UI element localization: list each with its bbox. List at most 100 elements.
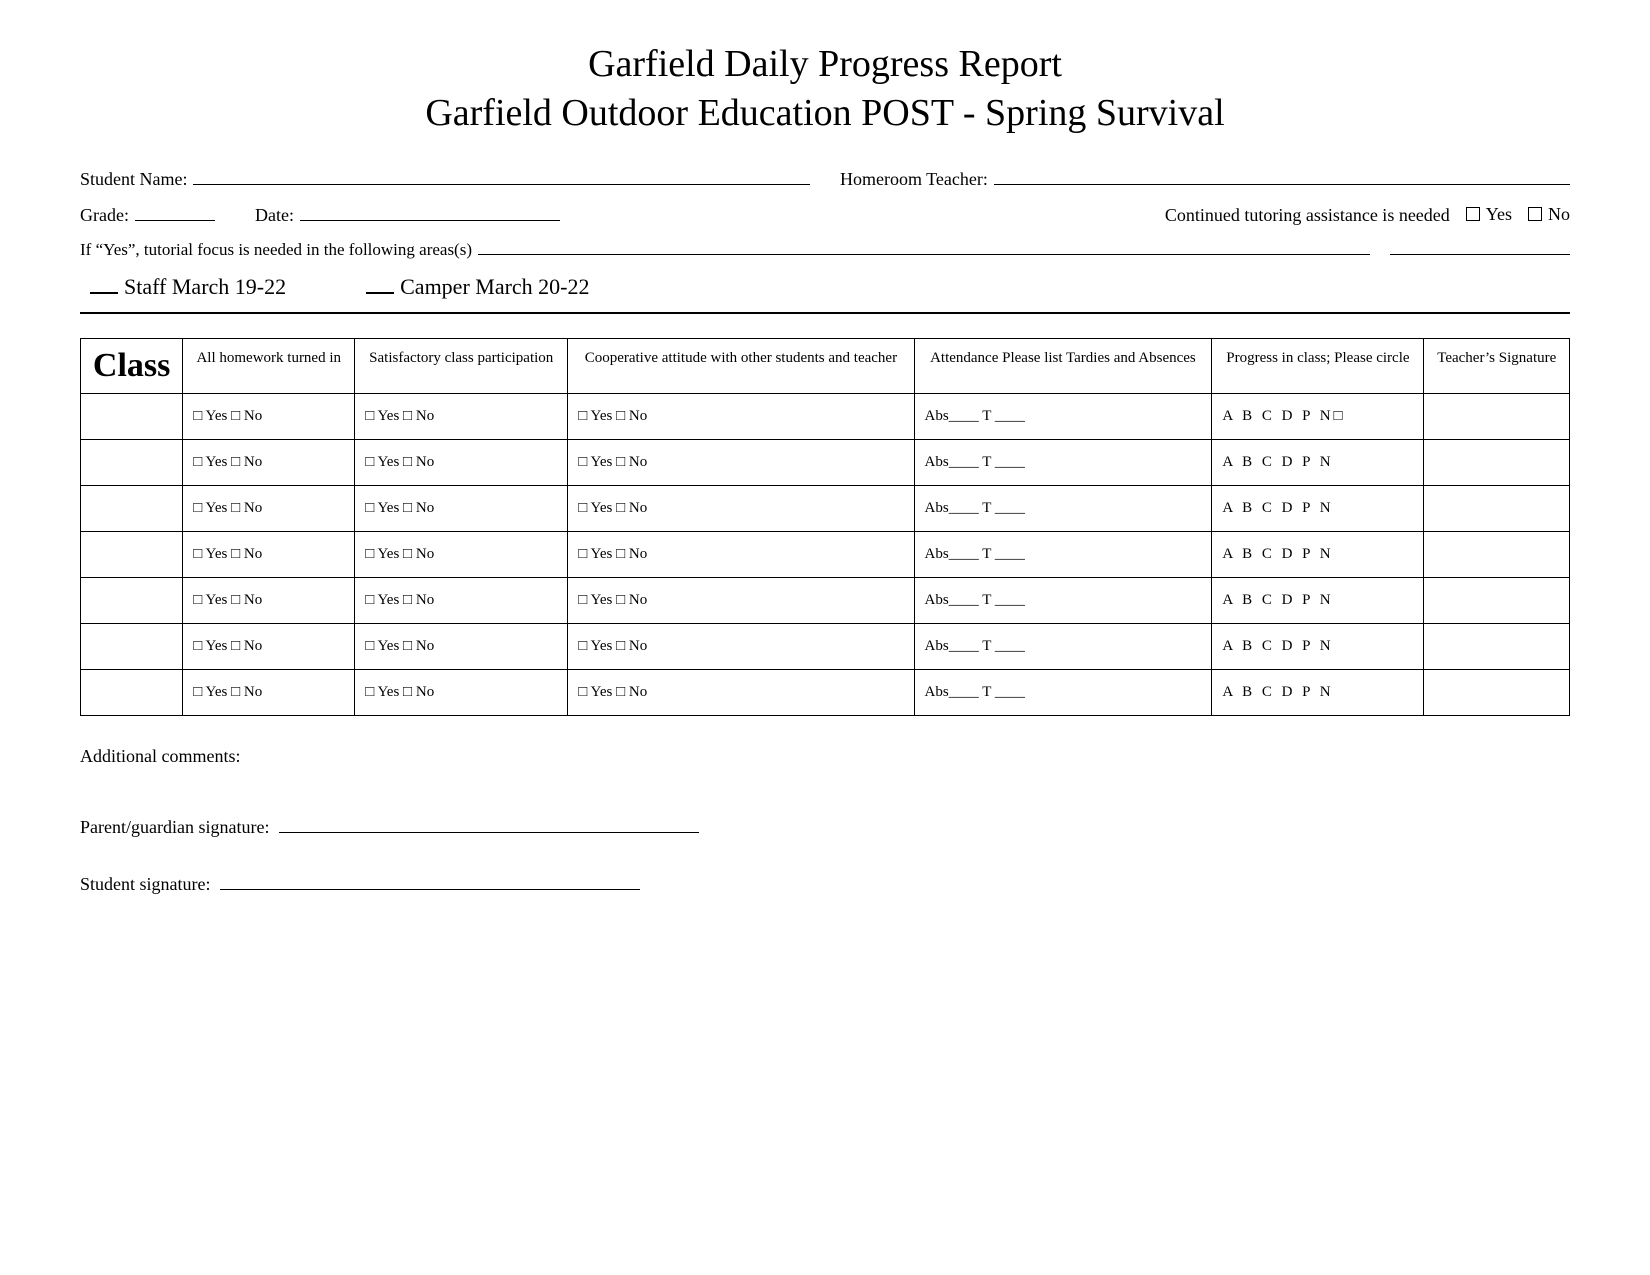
table-row: □ Yes □ No □ Yes □ No □ Yes □ No Abs____… <box>81 578 1570 624</box>
attitude-cell-3: □ Yes □ No <box>568 532 914 578</box>
tutorial-input2[interactable] <box>1390 254 1570 255</box>
participation-cell-2: □ Yes □ No <box>355 486 568 532</box>
attitude-cell-1: □ Yes □ No <box>568 440 914 486</box>
col5-header: Progress in class; Please circle <box>1212 339 1424 394</box>
yes-label: Yes <box>1486 204 1512 225</box>
camper-underline <box>366 292 394 294</box>
participation-cell-5: □ Yes □ No <box>355 624 568 670</box>
participation-cell-1: □ Yes □ No <box>355 440 568 486</box>
signature-cell-0[interactable] <box>1424 394 1570 440</box>
class-name-cell-3[interactable] <box>81 532 183 578</box>
signature-cell-1[interactable] <box>1424 440 1570 486</box>
title-section: Garfield Daily Progress Report Garfield … <box>80 40 1570 139</box>
grades-cell-5: A B C D P N <box>1212 624 1424 670</box>
class-header: Class <box>81 339 183 394</box>
title-line2: Garfield Outdoor Education POST - Spring… <box>425 92 1224 134</box>
camper-label: Camper March 20-22 <box>400 274 589 300</box>
name-row: Student Name: Homeroom Teacher: <box>80 169 1570 190</box>
hw-cell-6: □ Yes □ No <box>183 670 355 716</box>
tutorial-row: If “Yes”, tutorial focus is needed in th… <box>80 240 1570 260</box>
grade-input[interactable] <box>135 220 215 221</box>
no-checkbox[interactable] <box>1528 207 1542 221</box>
grades-cell-3: A B C D P N <box>1212 532 1424 578</box>
parent-signature-row: Parent/guardian signature: <box>80 817 1570 838</box>
table-row: □ Yes □ No □ Yes □ No □ Yes □ No Abs____… <box>81 624 1570 670</box>
divider <box>80 312 1570 314</box>
attendance-cell-0: Abs____ T ____ <box>914 394 1212 440</box>
signature-cell-2[interactable] <box>1424 486 1570 532</box>
student-signature-row: Student signature: <box>80 874 1570 895</box>
attendance-cell-6: Abs____ T ____ <box>914 670 1212 716</box>
hw-cell-3: □ Yes □ No <box>183 532 355 578</box>
parent-signature-label: Parent/guardian signature: <box>80 817 269 838</box>
no-checkbox-group: No <box>1528 204 1570 225</box>
footer-section: Additional comments: Parent/guardian sig… <box>80 746 1570 895</box>
attendance-cell-4: Abs____ T ____ <box>914 578 1212 624</box>
attendance-cell-5: Abs____ T ____ <box>914 624 1212 670</box>
grade-area: Grade: <box>80 205 215 226</box>
staff-underline <box>90 292 118 294</box>
yes-checkbox[interactable] <box>1466 207 1480 221</box>
yes-checkbox-group: Yes <box>1466 204 1512 225</box>
grade-date-row: Grade: Date: Continued tutoring assistan… <box>80 204 1570 227</box>
student-name-input[interactable] <box>193 184 810 185</box>
homeroom-label: Homeroom Teacher: <box>840 169 988 190</box>
attendance-cell-3: Abs____ T ____ <box>914 532 1212 578</box>
date-input[interactable] <box>300 220 560 221</box>
staff-item: Staff March 19-22 <box>90 274 286 300</box>
grade-label: Grade: <box>80 205 129 226</box>
table-row: □ Yes □ No □ Yes □ No □ Yes □ No Abs____… <box>81 670 1570 716</box>
signature-cell-4[interactable] <box>1424 578 1570 624</box>
table-header-row: Class All homework turned in Satisfactor… <box>81 339 1570 394</box>
hw-cell-2: □ Yes □ No <box>183 486 355 532</box>
date-label: Date: <box>255 205 294 226</box>
attendance-cell-1: Abs____ T ____ <box>914 440 1212 486</box>
class-name-cell-4[interactable] <box>81 578 183 624</box>
form-section: Student Name: Homeroom Teacher: Grade: D… <box>80 169 1570 301</box>
class-name-cell-1[interactable] <box>81 440 183 486</box>
col6-header: Teacher’s Signature <box>1424 339 1570 394</box>
additional-comments-label: Additional comments: <box>80 746 240 766</box>
student-signature-line[interactable] <box>220 889 640 890</box>
table-row: □ Yes □ No □ Yes □ No □ Yes □ No Abs____… <box>81 440 1570 486</box>
signature-cell-5[interactable] <box>1424 624 1570 670</box>
progress-table: Class All homework turned in Satisfactor… <box>80 338 1570 716</box>
attitude-cell-5: □ Yes □ No <box>568 624 914 670</box>
student-signature-label: Student signature: <box>80 874 210 895</box>
additional-comments-row: Additional comments: <box>80 746 1570 767</box>
student-name-area: Student Name: <box>80 169 810 190</box>
class-name-cell-2[interactable] <box>81 486 183 532</box>
date-area: Date: <box>255 205 560 226</box>
attitude-cell-2: □ Yes □ No <box>568 486 914 532</box>
class-name-cell-0[interactable] <box>81 394 183 440</box>
participation-cell-0: □ Yes □ No <box>355 394 568 440</box>
col4-header: Attendance Please list Tardies and Absen… <box>914 339 1212 394</box>
attitude-cell-6: □ Yes □ No <box>568 670 914 716</box>
grades-cell-6: A B C D P N <box>1212 670 1424 716</box>
hw-cell-4: □ Yes □ No <box>183 578 355 624</box>
participation-cell-3: □ Yes □ No <box>355 532 568 578</box>
participation-cell-6: □ Yes □ No <box>355 670 568 716</box>
camper-item: Camper March 20-22 <box>366 274 589 300</box>
parent-signature-line[interactable] <box>279 832 699 833</box>
col2-header: Satisfactory class participation <box>355 339 568 394</box>
homeroom-area: Homeroom Teacher: <box>840 169 1570 190</box>
class-name-cell-5[interactable] <box>81 624 183 670</box>
grades-cell-4: A B C D P N <box>1212 578 1424 624</box>
table-row: □ Yes □ No □ Yes □ No □ Yes □ No Abs____… <box>81 394 1570 440</box>
signature-cell-6[interactable] <box>1424 670 1570 716</box>
tutorial-input[interactable] <box>478 254 1370 255</box>
col3-header: Cooperative attitude with other students… <box>568 339 914 394</box>
grades-cell-2: A B C D P N <box>1212 486 1424 532</box>
student-name-label: Student Name: <box>80 169 187 190</box>
grades-cell-1: A B C D P N <box>1212 440 1424 486</box>
hw-cell-1: □ Yes □ No <box>183 440 355 486</box>
class-name-cell-6[interactable] <box>81 670 183 716</box>
tutorial-label: If “Yes”, tutorial focus is needed in th… <box>80 240 472 260</box>
homeroom-input[interactable] <box>994 184 1570 185</box>
signature-cell-3[interactable] <box>1424 532 1570 578</box>
tutoring-label: Continued tutoring assistance is needed <box>1165 205 1450 226</box>
attitude-cell-4: □ Yes □ No <box>568 578 914 624</box>
tutoring-area: Continued tutoring assistance is needed … <box>1165 204 1570 227</box>
title-line1: Garfield Daily Progress Report <box>588 43 1062 85</box>
